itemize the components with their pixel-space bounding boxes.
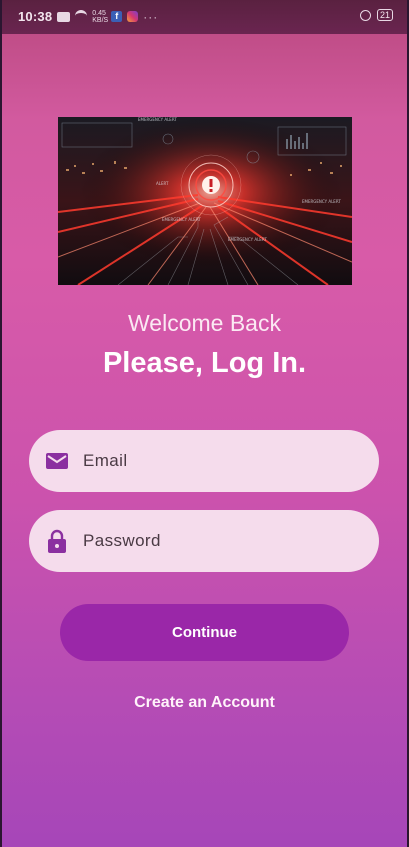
instagram-icon: [127, 11, 139, 22]
hero-text-5: ALERT: [156, 181, 169, 186]
status-bar: 10:38 0.45 KB/S f ··· 21: [2, 0, 407, 34]
status-bar-right: 21: [359, 9, 393, 21]
hero-text-4: EMERGENCY ALERT: [228, 237, 267, 242]
hero-text-1: EMERGENCY ALERT: [138, 117, 177, 122]
wifi-icon: [75, 10, 88, 23]
emergency-alert-image: EMERGENCY ALERT EMERGENCY ALERT EMERGENC…: [58, 117, 352, 285]
status-bar-left: 10:38 0.45 KB/S f ···: [18, 9, 158, 24]
continue-button[interactable]: Continue: [60, 604, 349, 661]
more-notifications-icon: ···: [143, 9, 159, 24]
sync-icon: [359, 9, 371, 21]
hero-text-3: EMERGENCY ALERT: [162, 217, 201, 222]
email-field[interactable]: Email: [29, 430, 379, 492]
email-input[interactable]: Email: [83, 430, 128, 492]
password-field[interactable]: Password: [29, 510, 379, 572]
create-account-link[interactable]: Create an Account: [2, 694, 407, 712]
lock-icon: [48, 529, 66, 553]
welcome-text: Welcome Back: [128, 310, 281, 336]
hero-text-2: EMERGENCY ALERT: [302, 199, 341, 204]
hero-illustration: EMERGENCY ALERT EMERGENCY ALERT EMERGENC…: [58, 117, 352, 285]
page-title: Please, Log In.: [102, 347, 307, 379]
battery-icon: 21: [376, 9, 393, 21]
login-screen: 10:38 0.45 KB/S f ··· 21 EMERGENCY ALERT…: [2, 0, 407, 847]
network-speed: 0.45 KB/S: [92, 9, 109, 24]
facebook-icon: f: [111, 11, 123, 22]
notification-icon: [57, 11, 71, 22]
mail-icon: [46, 453, 68, 469]
password-input[interactable]: Password: [83, 510, 161, 572]
status-time: 10:38: [18, 9, 53, 24]
